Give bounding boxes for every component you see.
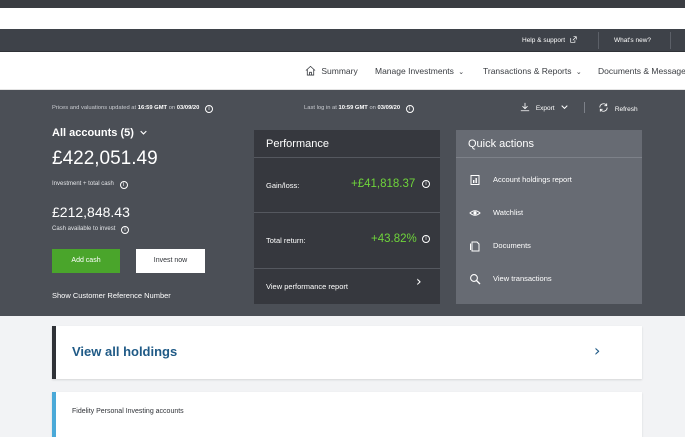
nav-manage-investments[interactable]: Manage Investments ⌄ <box>375 52 464 90</box>
export-button[interactable]: Export <box>520 102 569 112</box>
page: Help & support What's new? Summary Manag… <box>0 0 685 437</box>
refresh-button[interactable]: Refresh <box>598 102 638 113</box>
quick-action-view-transactions[interactable]: View transactions <box>456 269 642 289</box>
info-icon[interactable]: i <box>405 105 414 113</box>
total-return-value: +43.82% <box>371 233 417 245</box>
report-icon <box>470 175 480 185</box>
help-support-link[interactable]: Help & support <box>522 29 577 52</box>
all-accounts-dropdown[interactable]: All accounts (5) <box>52 127 147 139</box>
prices-on: on <box>168 105 176 111</box>
utility-divider <box>598 32 599 49</box>
gain-loss-value: +£41,818.37 <box>351 178 416 190</box>
account-card-title: Fidelity Personal Investing accounts <box>72 408 184 415</box>
performance-divider <box>254 212 440 213</box>
chevron-right-icon[interactable]: › <box>416 274 422 290</box>
home-icon <box>305 65 316 76</box>
quick-action-account-holdings-report[interactable]: Account holdings report <box>456 170 642 190</box>
performance-heading: Performance <box>266 138 329 150</box>
download-icon <box>520 102 530 112</box>
nav-transactions-reports-label: Transactions & Reports <box>483 66 572 76</box>
quick-action-documents[interactable]: Documents <box>456 236 642 256</box>
last-login-info: Last log in at 10:59 GMT on 03/09/20 i <box>304 104 414 113</box>
eye-icon <box>469 210 481 216</box>
top-strip-gap <box>0 8 685 29</box>
info-icon[interactable]: i <box>422 235 430 243</box>
info-icon[interactable]: i <box>121 226 130 234</box>
holdings-accent-bar <box>52 326 56 379</box>
login-on: on <box>369 105 376 111</box>
chevron-down-icon: ⌄ <box>458 69 465 76</box>
export-label: Export <box>535 105 555 112</box>
view-performance-report-link[interactable]: View performance report <box>266 282 348 291</box>
quick-actions-divider <box>456 157 642 158</box>
quick-action-label: Watchlist <box>493 208 524 217</box>
quick-action-label: Account holdings report <box>493 175 572 184</box>
utility-divider <box>670 32 671 49</box>
main-nav: Summary Manage Investments ⌄ Transaction… <box>0 52 685 90</box>
dashboard-panel: Prices and valuations updated at 16:59 G… <box>0 90 685 316</box>
login-date: 03/09/20 <box>377 105 401 111</box>
quick-actions-card: Quick actions Account holdings report Wa… <box>456 130 642 304</box>
quick-action-label: View transactions <box>493 274 552 283</box>
nav-manage-investments-label: Manage Investments <box>375 66 454 76</box>
nav-documents-messages[interactable]: Documents & Messages <box>598 52 685 90</box>
help-support-label: Help & support <box>522 37 565 44</box>
chevron-right-icon: › <box>594 341 601 360</box>
toolbar-divider <box>584 102 585 113</box>
performance-card: Performance Gain/loss: +£41,818.37 i Tot… <box>254 130 440 304</box>
view-all-holdings-title: View all holdings <box>72 344 178 359</box>
utility-bar: Help & support What's new? <box>0 29 685 52</box>
invest-now-button[interactable]: Invest now <box>136 249 205 273</box>
chevron-down-icon <box>140 130 147 135</box>
chevron-down-icon: ⌄ <box>575 69 582 76</box>
personal-investing-accounts-card[interactable]: Fidelity Personal Investing accounts <box>52 392 642 437</box>
info-icon[interactable]: i <box>119 181 128 189</box>
view-all-holdings-card[interactable]: View all holdings › <box>52 326 642 379</box>
performance-divider <box>254 157 440 158</box>
info-icon[interactable]: i <box>204 105 213 113</box>
login-prefix: Last log in at <box>304 105 337 111</box>
external-link-icon <box>570 36 577 43</box>
top-strip <box>0 0 685 8</box>
chevron-down-icon <box>561 105 569 110</box>
cash-value: £212,848.43 <box>52 204 130 220</box>
prices-date: 03/09/20 <box>176 105 200 111</box>
total-caption: Investment + total cash <box>52 181 114 187</box>
total-value: £422,051.49 <box>52 148 158 169</box>
info-icon[interactable]: i <box>422 180 430 188</box>
whats-new-link[interactable]: What's new? <box>614 29 651 52</box>
cash-caption: Cash available to invest <box>52 226 116 232</box>
search-icon <box>470 274 481 285</box>
nav-transactions-reports[interactable]: Transactions & Reports ⌄ <box>483 52 582 90</box>
gain-loss-label: Gain/loss: <box>266 181 300 190</box>
prices-time: 16:59 GMT <box>137 105 168 111</box>
all-accounts-label: All accounts (5) <box>52 127 134 139</box>
quick-action-watchlist[interactable]: Watchlist <box>456 203 642 223</box>
show-customer-reference-link[interactable]: Show Customer Reference Number <box>52 291 171 300</box>
refresh-icon <box>599 103 608 112</box>
documents-icon <box>470 241 480 252</box>
cash-caption-row: Cash available to invest i <box>52 225 130 234</box>
nav-summary[interactable]: Summary <box>305 52 358 90</box>
prices-updated-info: Prices and valuations updated at 16:59 G… <box>52 104 213 113</box>
nav-summary-label: Summary <box>321 66 358 76</box>
account-accent-bar <box>52 392 56 437</box>
quick-action-label: Documents <box>493 241 531 250</box>
total-caption-row: Investment + total cash i <box>52 180 128 189</box>
total-return-label: Total return: <box>266 236 306 245</box>
prices-prefix: Prices and valuations updated at <box>52 105 137 111</box>
add-cash-button[interactable]: Add cash <box>52 249 120 273</box>
quick-actions-heading: Quick actions <box>468 138 535 150</box>
refresh-label: Refresh <box>614 106 638 113</box>
performance-divider <box>254 268 440 269</box>
login-time: 10:59 GMT <box>338 105 368 111</box>
